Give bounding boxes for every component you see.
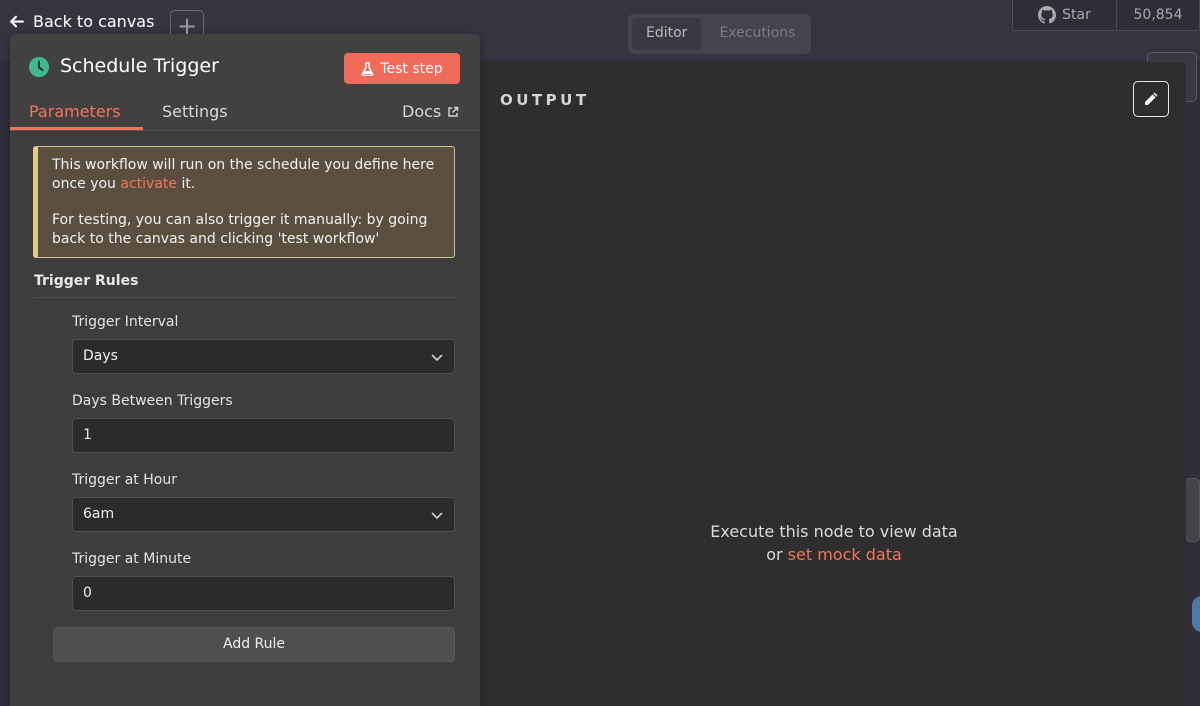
trigger-interval-select[interactable]: Days: [72, 339, 455, 374]
days-between-value: 1: [83, 427, 92, 443]
notice-text-pre: This workflow will run on the schedule y…: [52, 157, 435, 192]
back-to-canvas-link[interactable]: Back to canvas: [8, 9, 154, 33]
output-empty-or: or: [766, 545, 788, 564]
editor-executions-tabs: Editor Executions: [628, 14, 811, 54]
docs-label: Docs: [402, 102, 442, 121]
trigger-interval-value: Days: [83, 348, 118, 364]
output-title: OUTPUT: [500, 91, 590, 109]
github-star-count: 50,854: [1133, 7, 1183, 23]
output-panel: [440, 62, 1186, 706]
chevron-down-icon: [431, 354, 443, 362]
output-empty-message: Execute this node to view data or set mo…: [655, 520, 1013, 566]
github-icon: [1038, 6, 1057, 24]
edit-output-button[interactable]: [1133, 81, 1169, 117]
back-to-canvas-label: Back to canvas: [33, 11, 155, 31]
days-between-label: Days Between Triggers: [72, 393, 233, 409]
notice-text-post: it.: [177, 176, 196, 192]
github-star-button[interactable]: Star: [1013, 0, 1117, 30]
activate-link[interactable]: activate: [120, 176, 177, 192]
flask-icon: [361, 61, 374, 76]
schedule-notice: This workflow will run on the schedule y…: [33, 146, 455, 258]
node-tabs: Parameters Settings Docs: [10, 100, 480, 131]
days-between-input[interactable]: 1: [72, 418, 455, 453]
external-link-icon: [448, 106, 459, 117]
trigger-rules-title: Trigger Rules: [34, 273, 456, 298]
github-star-label: Star: [1062, 7, 1091, 23]
canvas-node-connector: [1192, 596, 1200, 632]
trigger-hour-value: 6am: [83, 506, 115, 522]
chevron-down-icon: [431, 512, 443, 520]
panel-resize-handle[interactable]: [1185, 478, 1200, 542]
node-header: Schedule Trigger Test step Parameters Se…: [10, 34, 480, 131]
github-star-widget: Star 50,854: [1012, 0, 1200, 31]
trigger-hour-label: Trigger at Hour: [72, 472, 177, 488]
trigger-minute-value: 0: [83, 585, 92, 601]
trigger-minute-label: Trigger at Minute: [72, 551, 192, 567]
pencil-icon: [1145, 92, 1158, 105]
tab-executions[interactable]: Executions: [705, 18, 809, 50]
node-parameters-panel: Schedule Trigger Test step Parameters Se…: [10, 34, 480, 706]
arrow-left-icon: [10, 15, 24, 27]
trigger-minute-input[interactable]: 0: [72, 576, 455, 611]
tab-settings[interactable]: Settings: [162, 102, 228, 121]
active-tab-underline: [10, 127, 143, 130]
notice-testing-text: For testing, you can also trigger it man…: [52, 212, 428, 247]
test-step-button[interactable]: Test step: [344, 53, 460, 84]
add-rule-button[interactable]: Add Rule: [53, 627, 455, 662]
tab-editor[interactable]: Editor: [632, 18, 702, 50]
set-mock-data-link[interactable]: set mock data: [788, 545, 902, 564]
trigger-interval-label: Trigger Interval: [72, 314, 179, 330]
test-step-label: Test step: [380, 60, 443, 77]
tab-parameters[interactable]: Parameters: [29, 102, 121, 121]
trigger-hour-select[interactable]: 6am: [72, 497, 455, 532]
output-empty-line: Execute this node to view data: [710, 522, 958, 541]
node-title: Schedule Trigger: [60, 55, 219, 77]
clock-icon: [29, 57, 49, 77]
docs-link[interactable]: Docs: [402, 102, 459, 121]
